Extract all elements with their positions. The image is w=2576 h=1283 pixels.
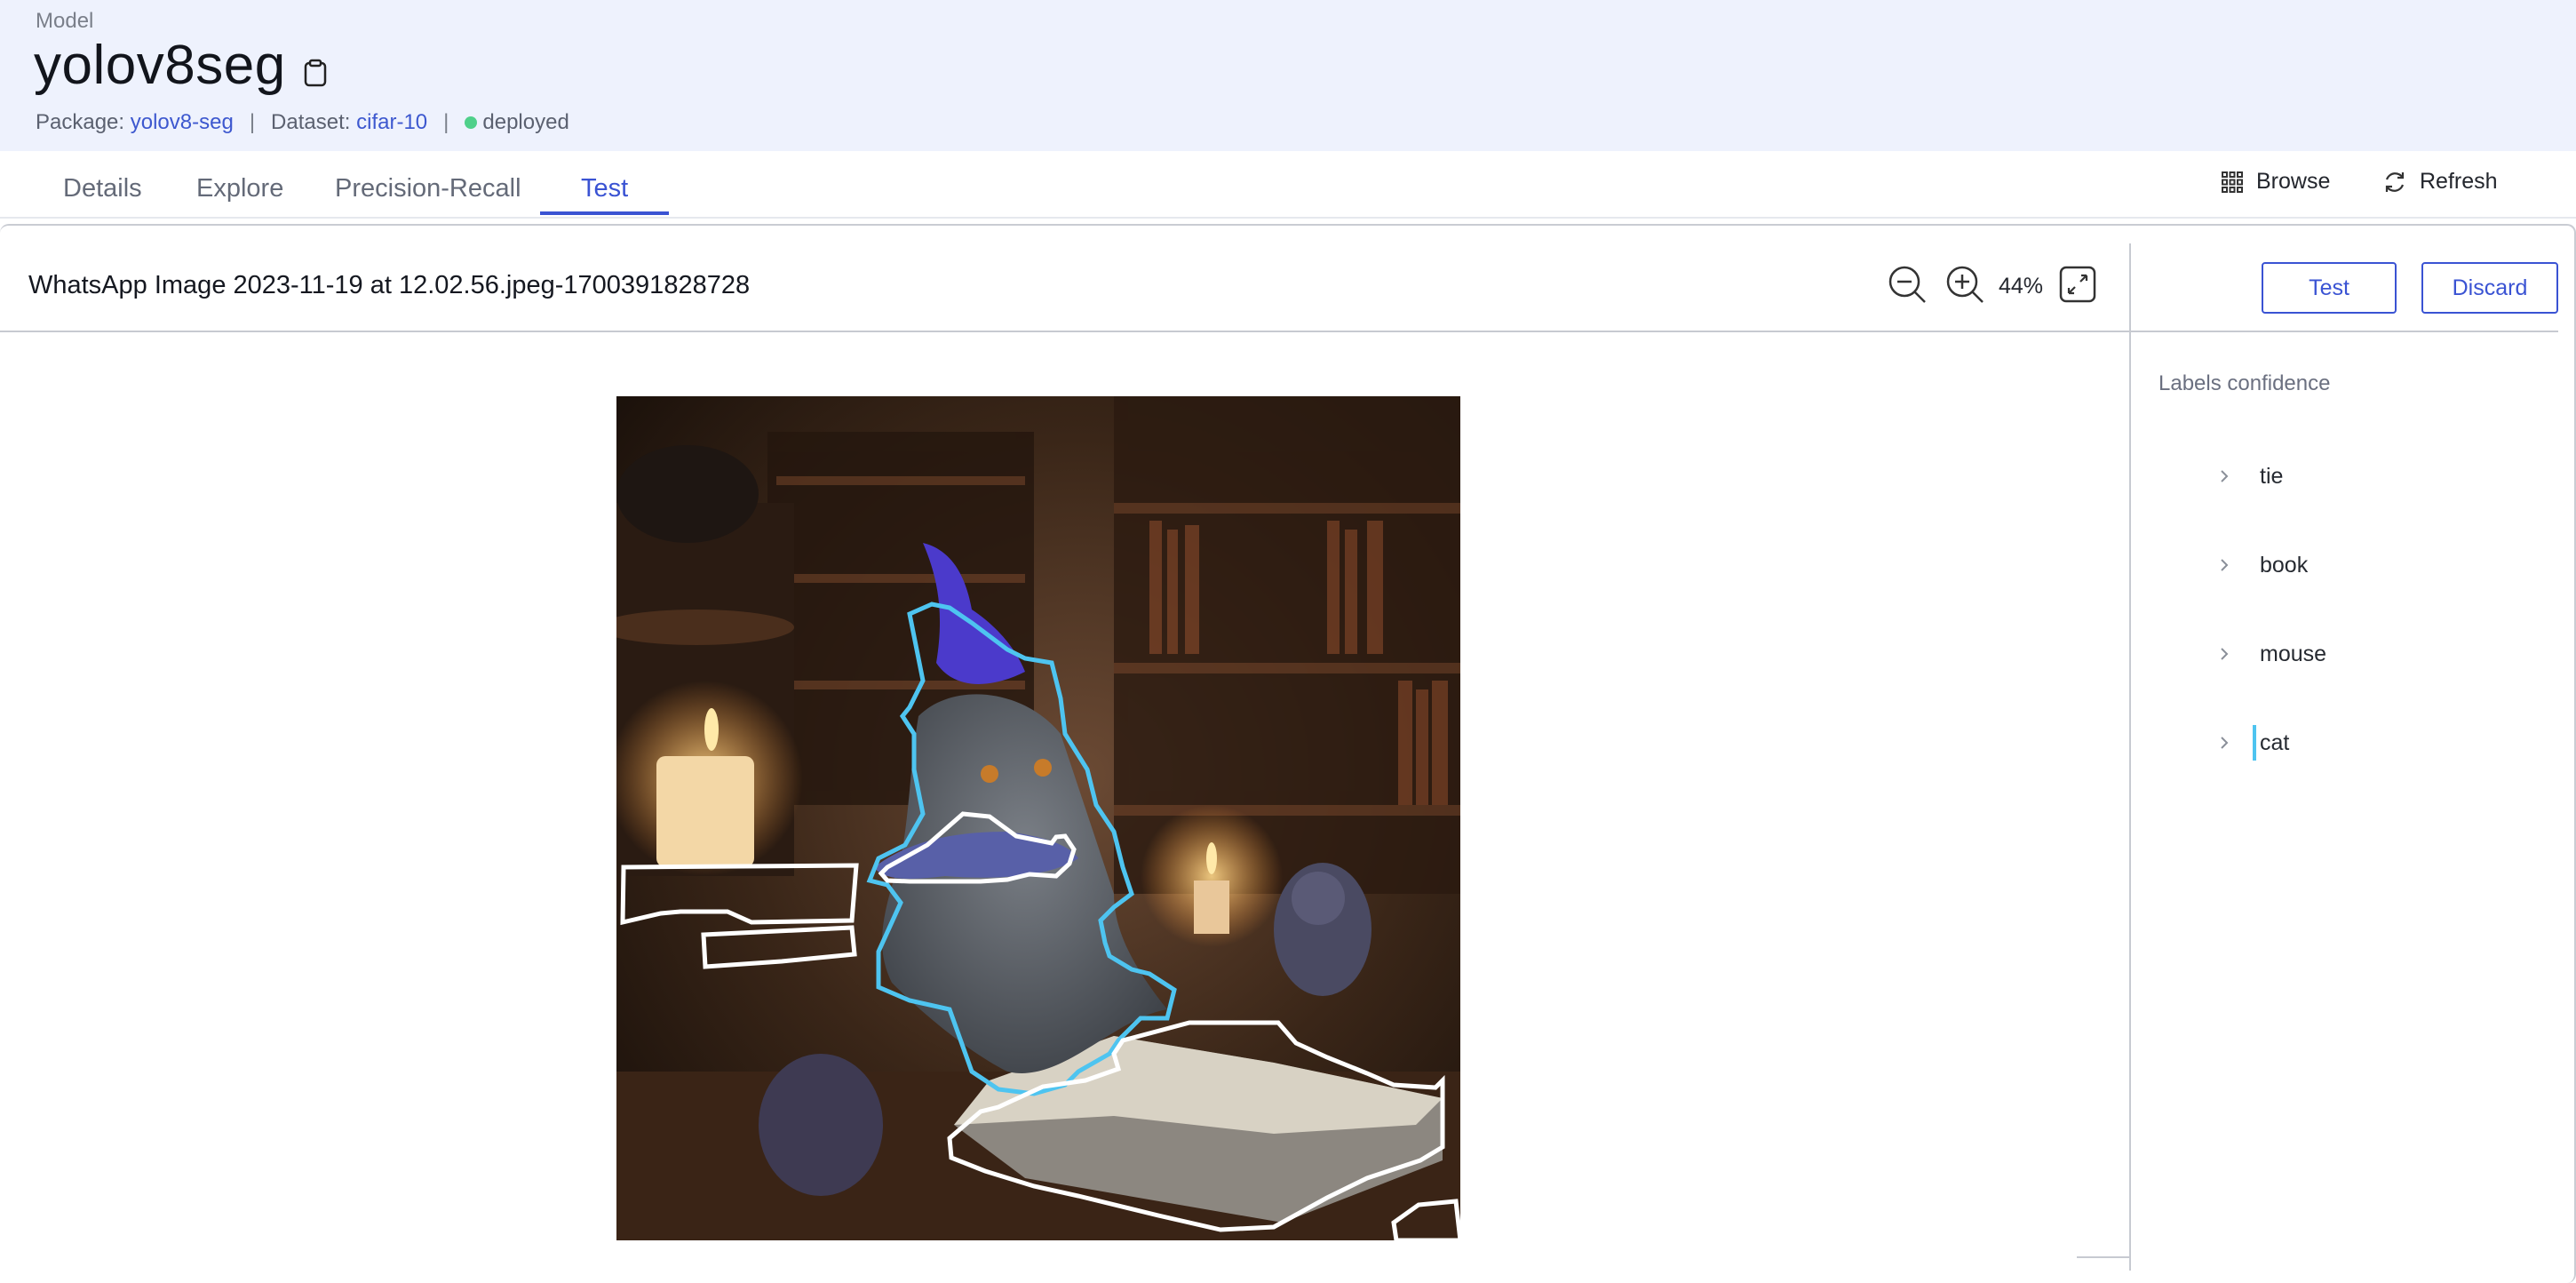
browse-button[interactable]: Browse (2221, 169, 2330, 195)
label-item-text: mouse (2260, 641, 2327, 666)
chevron-right-icon (2221, 470, 2229, 482)
discard-button[interactable]: Discard (2421, 262, 2558, 314)
zoom-out-icon[interactable] (1887, 264, 1928, 305)
clipboard-icon[interactable] (304, 59, 327, 87)
tab-details[interactable]: Details (63, 174, 142, 203)
chevron-right-icon (2221, 737, 2229, 749)
dataset-label: Dataset: (271, 110, 351, 134)
model-title: yolov8seg (34, 35, 286, 96)
tab-test[interactable]: Test (581, 174, 628, 203)
dataset-link[interactable]: cifar-10 (356, 110, 427, 135)
label-item-tie[interactable]: tie (2215, 458, 2283, 494)
label-item-book[interactable]: book (2215, 547, 2308, 583)
chevron-right-icon (2221, 559, 2229, 571)
label-item-text: tie (2260, 463, 2284, 489)
status-badge: deployed (482, 110, 569, 134)
test-button[interactable]: Test (2262, 262, 2397, 314)
package-link[interactable]: yolov8-seg (131, 110, 234, 135)
tab-precision-recall[interactable]: Precision-Recall (335, 174, 521, 203)
toolbar-divider (0, 331, 2558, 332)
label-item-cat[interactable]: cat (2215, 725, 2289, 761)
meta-separator: | (443, 110, 449, 134)
test-image[interactable] (616, 396, 1460, 1240)
refresh-button[interactable]: Refresh (2382, 169, 2498, 195)
labels-confidence-title: Labels confidence (2159, 371, 2331, 395)
panel-divider (2129, 243, 2131, 1271)
package-label: Package: (36, 110, 125, 134)
model-kind-label: Model (36, 9, 94, 33)
label-color-indicator (2253, 725, 2256, 761)
label-item-mouse[interactable]: mouse (2215, 636, 2326, 672)
grid-icon (2222, 171, 2243, 193)
fit-screen-icon[interactable] (2059, 266, 2096, 303)
meta-separator: | (249, 110, 256, 134)
label-item-text: book (2260, 552, 2309, 578)
image-file-name: WhatsApp Image 2023-11-19 at 12.02.56.jp… (28, 271, 751, 299)
chevron-right-icon (2221, 648, 2229, 660)
title-row: yolov8seg (34, 34, 327, 97)
model-header: Model yolov8seg Package: yolov8-seg | Da… (0, 0, 2576, 151)
canvas-scroll-edge (2077, 1256, 2130, 1258)
refresh-label: Refresh (2420, 169, 2498, 194)
status-dot-icon (465, 116, 478, 129)
model-meta: Package: yolov8-seg | Dataset: cifar-10 … (36, 110, 569, 135)
label-item-text: cat (2260, 729, 2290, 755)
zoom-in-icon[interactable] (1944, 264, 1985, 305)
tab-explore[interactable]: Explore (196, 174, 283, 203)
active-tab-indicator (540, 211, 669, 215)
zoom-level: 44% (1999, 274, 2044, 299)
browse-label: Browse (2256, 169, 2331, 194)
refresh-icon (2385, 171, 2405, 192)
